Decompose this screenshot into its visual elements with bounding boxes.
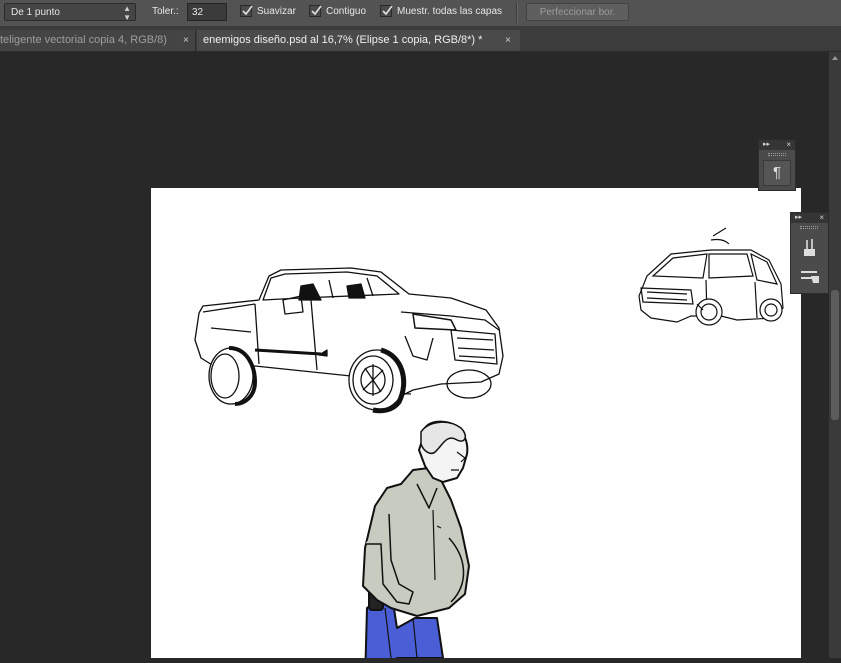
antialias-label: Suavizar	[257, 6, 296, 17]
contiguous-checkbox[interactable]	[309, 5, 322, 17]
tolerance-input[interactable]: 32	[187, 3, 227, 21]
grip-icon[interactable]	[800, 226, 818, 229]
paragraph-panel: ▸▸ × ¶	[758, 139, 796, 191]
sample-size-value: De 1 punto	[11, 7, 60, 18]
tab-title: enemigos diseño.psd al 16,7% (Elipse 1 c…	[203, 34, 483, 46]
artwork	[194, 227, 784, 663]
sample-all-layers-checkbox[interactable]	[380, 5, 393, 17]
chevron-updown-icon: ▲ ▼	[123, 4, 131, 22]
van-drawing	[638, 227, 784, 326]
tab-title: teligente vectorial copia 4, RGB/8)	[0, 34, 167, 46]
presets-panel: ▸▸ ×	[790, 212, 829, 294]
paragraph-icon[interactable]: ¶	[763, 160, 791, 186]
tab-enemigos-diseno[interactable]: enemigos diseño.psd al 16,7% (Elipse 1 c…	[197, 30, 520, 51]
tolerance-label: Toler.:	[152, 6, 179, 17]
scroll-up-icon[interactable]	[832, 56, 838, 60]
antialias-checkbox[interactable]	[240, 5, 253, 17]
sample-size-select[interactable]: De 1 punto ▲ ▼	[4, 3, 136, 22]
contiguous-label: Contiguo	[326, 6, 367, 17]
sample-all-layers-label: Muestr. todas las capas	[397, 6, 503, 17]
divider	[516, 3, 518, 23]
tool-presets-icon[interactable]	[795, 265, 824, 289]
brush-presets-icon[interactable]	[795, 235, 824, 259]
check-icon	[382, 5, 393, 16]
panel-header[interactable]: ▸▸ ×	[791, 213, 828, 223]
options-bar: De 1 punto ▲ ▼ Toler.: 32 Suavizar Contig…	[0, 0, 841, 27]
collapse-icon[interactable]: ▸▸	[763, 140, 770, 150]
document-canvas[interactable]	[151, 188, 801, 663]
check-icon	[242, 5, 253, 16]
scrollbar-thumb[interactable]	[831, 290, 839, 420]
old-man-drawing	[362, 420, 470, 663]
close-icon[interactable]: ×	[786, 140, 791, 150]
collapse-icon[interactable]: ▸▸	[795, 213, 802, 223]
tab-vector-smart-object[interactable]: teligente vectorial copia 4, RGB/8) ×	[0, 30, 196, 51]
grip-icon[interactable]	[768, 153, 786, 156]
close-icon[interactable]: ×	[819, 213, 824, 223]
close-icon[interactable]: ×	[183, 30, 189, 51]
check-icon	[311, 5, 322, 16]
pickup-truck-drawing	[194, 267, 504, 414]
close-icon[interactable]: ×	[505, 30, 511, 51]
document-tab-bar: teligente vectorial copia 4, RGB/8) × en…	[0, 27, 841, 52]
vertical-scrollbar[interactable]	[829, 52, 841, 658]
refine-edge-button[interactable]: Perfeccionar bor.	[526, 3, 629, 21]
panel-header[interactable]: ▸▸ ×	[759, 140, 795, 150]
